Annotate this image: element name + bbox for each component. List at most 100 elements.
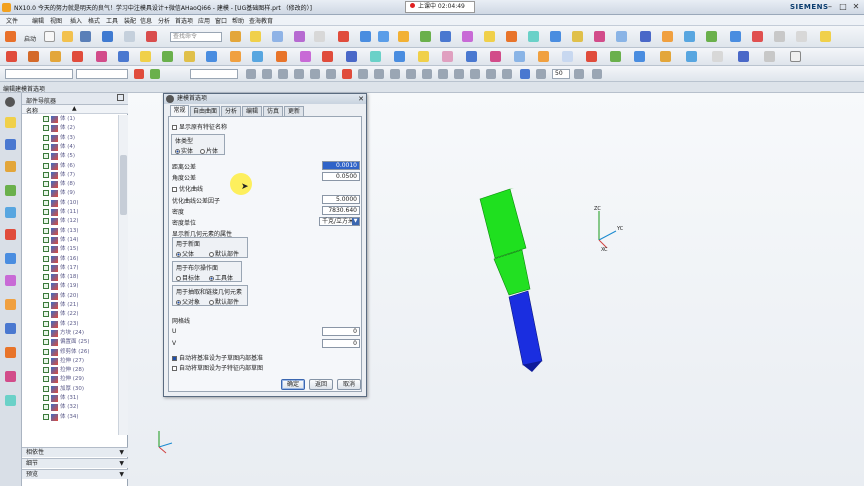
draft-icon[interactable]: [528, 31, 539, 42]
replace-face-icon[interactable]: [462, 31, 473, 42]
maximize-button[interactable]: □: [837, 2, 849, 12]
surface-icon[interactable]: [634, 51, 645, 62]
assembly-icon[interactable]: [752, 31, 763, 42]
history-icon[interactable]: [5, 253, 16, 264]
snap-existing-icon[interactable]: [342, 69, 352, 79]
visibility-checkbox[interactable]: [43, 339, 49, 346]
tree-item[interactable]: 体 (15): [22, 245, 118, 254]
tab-edit[interactable]: 编辑: [242, 106, 262, 116]
intersect-icon[interactable]: [398, 31, 409, 42]
show-feature-names-checkbox[interactable]: 显示原有特征名称: [172, 122, 227, 131]
tree-item[interactable]: 体 (14): [22, 236, 118, 245]
snap-intersect-icon[interactable]: [310, 69, 320, 79]
menu-insert[interactable]: 插入: [70, 16, 82, 25]
tree-item[interactable]: 偏置面 (25): [22, 338, 118, 347]
fit-icon[interactable]: [796, 31, 807, 42]
minimize-button[interactable]: –: [824, 2, 836, 12]
menu-help[interactable]: 帮助: [232, 16, 244, 25]
dialog-close-icon[interactable]: ✕: [358, 94, 364, 104]
navigator-scrollbar[interactable]: [118, 115, 128, 435]
visibility-checkbox[interactable]: [43, 311, 49, 318]
type-filter-select[interactable]: [5, 69, 73, 79]
snap-end-icon[interactable]: [246, 69, 256, 79]
tree-item[interactable]: 体 (34): [22, 413, 118, 422]
cylinder-icon[interactable]: [206, 51, 217, 62]
visibility-checkbox[interactable]: [43, 264, 49, 271]
shade-icon[interactable]: [738, 51, 749, 62]
cone-icon[interactable]: [230, 51, 241, 62]
unite-icon[interactable]: [360, 31, 371, 42]
snap-parallel-icon[interactable]: [502, 69, 512, 79]
green-shaft-body[interactable]: [479, 188, 531, 296]
menu-application[interactable]: 应用: [198, 16, 210, 25]
constraint-navigator-icon[interactable]: [5, 161, 16, 172]
snap-arc-icon[interactable]: [454, 69, 464, 79]
tree-item[interactable]: 体 (1): [22, 115, 118, 124]
cut-icon[interactable]: [146, 31, 157, 42]
mesh-icon[interactable]: [562, 51, 573, 62]
tree-item[interactable]: 方块 (24): [22, 329, 118, 338]
tab-freeform[interactable]: 自由曲面: [190, 106, 220, 116]
tree-item[interactable]: 加厚 (30): [22, 385, 118, 394]
visibility-checkbox[interactable]: [43, 395, 49, 401]
cancel-button[interactable]: 取消: [337, 379, 361, 390]
tree-item[interactable]: 体 (17): [22, 264, 118, 273]
menu-preferences[interactable]: 首选项: [175, 16, 193, 25]
revolve-icon[interactable]: [272, 31, 283, 42]
visibility-checkbox[interactable]: [43, 385, 49, 392]
snap-offset-icon[interactable]: [470, 69, 480, 79]
visibility-checkbox[interactable]: [43, 274, 49, 281]
preview-panel[interactable]: 预览 ▼: [22, 469, 128, 479]
menu-education[interactable]: 查海教育: [249, 16, 273, 25]
tree-item[interactable]: 体 (11): [22, 208, 118, 217]
visibility-checkbox[interactable]: [43, 134, 49, 141]
tab-general[interactable]: 常规: [170, 105, 189, 116]
part-navigator-icon[interactable]: [5, 117, 16, 128]
tree-item[interactable]: 体 (13): [22, 227, 118, 236]
visibility-checkbox[interactable]: [43, 218, 49, 225]
tab-update[interactable]: 更新: [284, 106, 304, 116]
tree-item[interactable]: 体 (10): [22, 199, 118, 208]
clip-icon[interactable]: [686, 51, 697, 62]
sphere-icon[interactable]: [252, 51, 263, 62]
visibility-checkbox[interactable]: [43, 162, 49, 169]
extrude-icon[interactable]: [250, 31, 261, 42]
angle-tolerance-input[interactable]: 0.0500: [322, 172, 360, 181]
visibility-checkbox[interactable]: [43, 171, 49, 178]
tree-item[interactable]: 体 (32): [22, 403, 118, 412]
tree-item[interactable]: 体 (8): [22, 180, 118, 189]
grid-icon[interactable]: [536, 69, 546, 79]
auto-datum-checkbox[interactable]: 自动将基准设为子草图内部基准: [172, 353, 263, 362]
view-icon[interactable]: [640, 31, 651, 42]
zoom-dropdown-icon[interactable]: [574, 69, 584, 79]
menu-tools[interactable]: 工具: [106, 16, 118, 25]
studio-icon[interactable]: [764, 51, 775, 62]
line-icon[interactable]: [50, 51, 61, 62]
section-icon[interactable]: [660, 51, 671, 62]
orient-icon[interactable]: [774, 31, 785, 42]
spline-icon[interactable]: [96, 51, 107, 62]
visibility-checkbox[interactable]: [43, 348, 49, 355]
visibility-checkbox[interactable]: [43, 292, 49, 299]
extract-default-radio[interactable]: 默认部件: [209, 297, 239, 306]
frame-icon[interactable]: [790, 51, 801, 62]
tree-item[interactable]: 体 (20): [22, 292, 118, 301]
subtract-icon[interactable]: [378, 31, 389, 42]
drafting-icon[interactable]: [730, 31, 741, 42]
snap-vertex-icon[interactable]: [486, 69, 496, 79]
tree-item[interactable]: 体 (23): [22, 320, 118, 329]
sketch-icon[interactable]: [230, 31, 241, 42]
snap-grid-icon[interactable]: [422, 69, 432, 79]
column-name[interactable]: 名称: [26, 106, 38, 115]
tree-item[interactable]: 体 (9): [22, 189, 118, 198]
visibility-checkbox[interactable]: [43, 153, 49, 160]
density-unit-select[interactable]: 千克/立方米 ▼: [319, 217, 360, 226]
new-face-parent-radio[interactable]: 父体: [176, 249, 194, 258]
body-sheet-radio[interactable]: 片体: [200, 146, 218, 155]
scope-filter-select[interactable]: [76, 69, 128, 79]
tab-simulation[interactable]: 仿真: [263, 106, 283, 116]
point-icon[interactable]: [28, 51, 39, 62]
menu-window[interactable]: 窗口: [215, 16, 227, 25]
start-icon[interactable]: [5, 31, 16, 42]
thread-icon[interactable]: [418, 51, 429, 62]
